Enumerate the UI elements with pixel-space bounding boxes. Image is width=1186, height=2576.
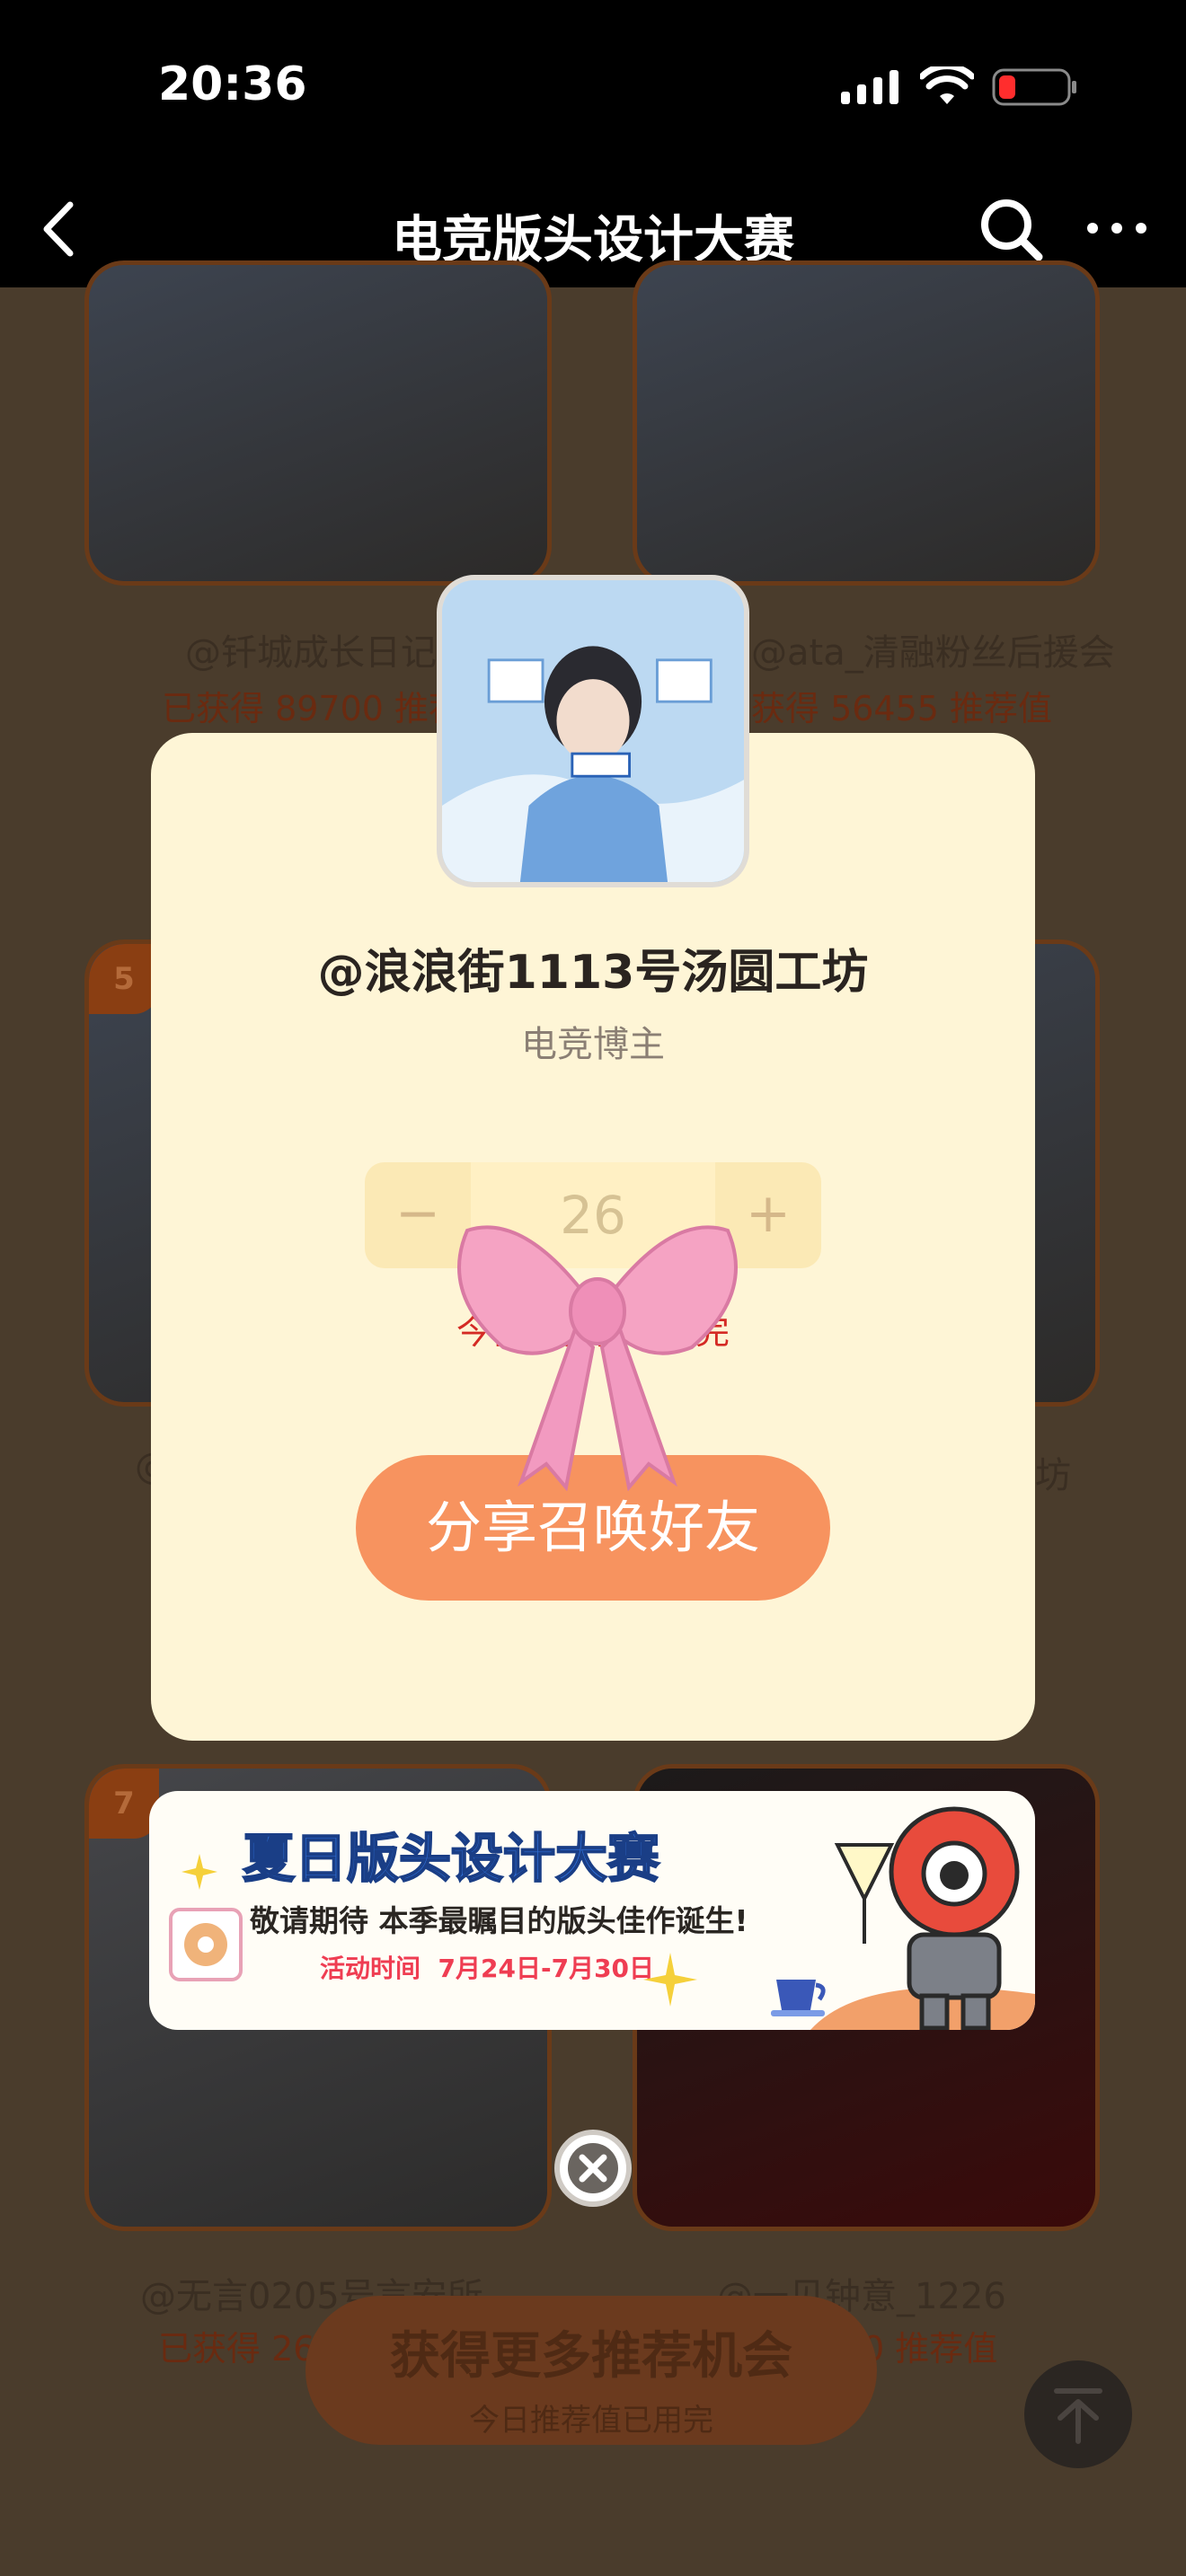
banner-subtitle: 敬请期待 本季最瞩目的版头佳作诞生! (250, 1903, 748, 1938)
banner-time-label: 活动时间 (320, 1954, 421, 1983)
user-role: 电竞博主 (521, 1024, 665, 1065)
background-card-1[interactable] (84, 260, 552, 586)
background-card-score: 0 推荐值 (863, 2329, 998, 2369)
sparkle-icon (181, 1854, 217, 1890)
event-banner[interactable]: 夏日版头设计大赛 敬请期待 本季最瞩目的版头佳作诞生! 活动时间 7月24日-7… (149, 1791, 1035, 2030)
background-card-score: 获得 56455 推荐值 (751, 689, 1053, 728)
avatar-image (442, 580, 744, 882)
arrow-up-icon (1054, 2388, 1102, 2444)
robot-mascot-icon (810, 1806, 1035, 2030)
scroll-top-button[interactable] (1024, 2360, 1132, 2468)
background-card-name: 坊 (1035, 1455, 1071, 1496)
banner-time-range: 7月24日-7月30日 (438, 1954, 655, 1983)
more-icon[interactable] (1084, 210, 1150, 246)
banner-title: 夏日版头设计大赛 (242, 1827, 660, 1890)
cta-title: 获得更多推荐机会 (390, 2327, 792, 2386)
wifi-icon (920, 66, 974, 104)
avatar (437, 575, 749, 887)
background-card-name: @钎城成长日记 (185, 632, 437, 674)
search-icon[interactable] (978, 196, 1044, 262)
donut-sticker-icon (169, 1908, 243, 1981)
battery-low-icon (992, 68, 1076, 106)
cta-subtitle: 今日推荐值已用完 (469, 2403, 713, 2439)
status-time: 20:36 (158, 57, 307, 111)
background-card-2[interactable] (633, 260, 1100, 586)
ribbon-bow-icon (457, 1225, 738, 1491)
sparkle-icon (643, 1953, 697, 2007)
status-bar: 20:36 (0, 0, 1186, 171)
background-card-score: 已获得 26 (158, 2329, 315, 2369)
background-card-name: @ata_清融粉丝后援会 (751, 632, 1115, 674)
close-button[interactable] (552, 2127, 634, 2210)
signal-icon (841, 70, 898, 104)
banner-time: 活动时间 7月24日-7月30日 (320, 1949, 654, 1985)
get-more-recommend-button[interactable]: 获得更多推荐机会 今日推荐值已用完 (305, 2296, 877, 2445)
user-name: @浪浪街1113号汤圆工坊 (317, 946, 869, 1000)
